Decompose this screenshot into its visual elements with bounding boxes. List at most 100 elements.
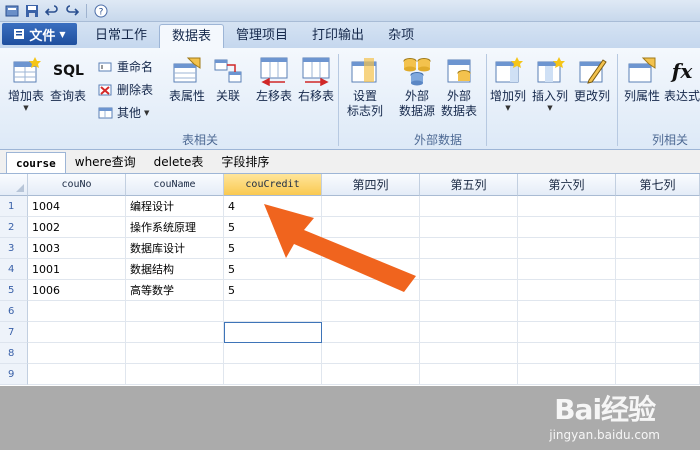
table-cell[interactable] xyxy=(420,364,518,385)
table-cell[interactable] xyxy=(518,364,616,385)
column-header-7[interactable]: 第七列 xyxy=(616,174,700,196)
table-cell[interactable] xyxy=(126,322,224,343)
save-icon[interactable] xyxy=(24,3,40,19)
column-header-couname[interactable]: couName xyxy=(126,174,224,196)
table-cell[interactable] xyxy=(322,322,420,343)
query-table-button[interactable]: SQL 查询表 xyxy=(48,56,88,104)
table-cell[interactable] xyxy=(322,364,420,385)
table-cell[interactable] xyxy=(322,301,420,322)
row-number[interactable]: 7 xyxy=(0,322,28,343)
table-cell[interactable] xyxy=(518,217,616,238)
table-cell[interactable] xyxy=(518,238,616,259)
table-cell[interactable] xyxy=(616,343,700,364)
table-cell[interactable] xyxy=(28,301,126,322)
tab-daily-work[interactable]: 日常工作 xyxy=(83,24,159,48)
table-cell[interactable] xyxy=(616,301,700,322)
table-cell[interactable] xyxy=(28,364,126,385)
table-cell[interactable] xyxy=(616,364,700,385)
row-number[interactable]: 2 xyxy=(0,217,28,238)
table-cell[interactable] xyxy=(224,343,322,364)
expression-button[interactable]: fx 表达式 xyxy=(664,56,700,104)
table-cell[interactable] xyxy=(420,301,518,322)
table-cell[interactable] xyxy=(616,280,700,301)
row-number[interactable]: 3 xyxy=(0,238,28,259)
external-table-button[interactable]: 外部 数据表 xyxy=(438,56,480,119)
table-cell[interactable] xyxy=(616,238,700,259)
tab-misc[interactable]: 杂项 xyxy=(376,24,426,48)
table-cell[interactable] xyxy=(420,322,518,343)
table-cell[interactable] xyxy=(126,364,224,385)
table-cell[interactable] xyxy=(518,196,616,217)
table-cell[interactable]: 1003 xyxy=(28,238,126,259)
table-properties-button[interactable]: 表属性 xyxy=(166,56,208,104)
change-column-button[interactable]: 更改列 xyxy=(572,56,612,104)
table-cell[interactable] xyxy=(518,259,616,280)
tab-print-output[interactable]: 打印输出 xyxy=(300,24,376,48)
table-cell[interactable]: 编程设计 xyxy=(126,196,224,217)
table-cell[interactable] xyxy=(28,322,126,343)
column-properties-button[interactable]: 列属性 xyxy=(622,56,662,104)
table-cell[interactable] xyxy=(224,301,322,322)
set-flag-column-button[interactable]: 设置 标志列 xyxy=(344,56,386,119)
row-number[interactable]: 9 xyxy=(0,364,28,385)
help-icon[interactable]: ? xyxy=(93,3,109,19)
table-cell[interactable] xyxy=(616,259,700,280)
table-cell[interactable] xyxy=(420,343,518,364)
table-cell[interactable] xyxy=(420,196,518,217)
table-cell[interactable]: 高等数学 xyxy=(126,280,224,301)
table-cell[interactable]: 1006 xyxy=(28,280,126,301)
undo-icon[interactable] xyxy=(44,3,60,19)
table-cell[interactable] xyxy=(322,343,420,364)
tab-data-table[interactable]: 数据表 xyxy=(159,24,225,48)
table-cell[interactable] xyxy=(420,238,518,259)
tab-course[interactable]: course xyxy=(6,152,66,173)
column-header-6[interactable]: 第六列 xyxy=(518,174,616,196)
row-number[interactable]: 5 xyxy=(0,280,28,301)
rename-button[interactable]: 重命名 xyxy=(98,58,153,75)
table-cell[interactable] xyxy=(518,322,616,343)
delete-table-button[interactable]: 删除表 xyxy=(98,81,153,98)
table-cell[interactable]: 数据库设计 xyxy=(126,238,224,259)
select-all-corner[interactable] xyxy=(0,174,28,196)
table-cell[interactable] xyxy=(420,259,518,280)
tab-manage-project[interactable]: 管理项目 xyxy=(224,24,300,48)
table-cell[interactable] xyxy=(616,322,700,343)
add-table-button[interactable]: 增加表 ▼ xyxy=(6,56,46,112)
table-cell[interactable] xyxy=(616,217,700,238)
add-column-button[interactable]: 增加列 ▼ xyxy=(488,56,528,112)
row-number[interactable]: 1 xyxy=(0,196,28,217)
shift-left-button[interactable]: 左移表 xyxy=(254,56,294,104)
table-cell[interactable] xyxy=(616,196,700,217)
tab-where-query[interactable]: where查询 xyxy=(66,152,145,173)
table-cell[interactable] xyxy=(126,343,224,364)
column-header-coucredit[interactable]: couCredit xyxy=(224,174,322,196)
relation-button[interactable]: 关联 xyxy=(210,56,246,104)
table-cell[interactable] xyxy=(126,301,224,322)
tab-delete-table[interactable]: delete表 xyxy=(145,152,213,173)
insert-column-button[interactable]: 插入列 ▼ xyxy=(530,56,570,112)
other-button[interactable]: 其他 ▼ xyxy=(98,104,149,121)
row-number[interactable]: 4 xyxy=(0,259,28,280)
column-header-4[interactable]: 第四列 xyxy=(322,174,420,196)
table-cell[interactable] xyxy=(420,280,518,301)
table-cell[interactable] xyxy=(224,364,322,385)
shift-right-button[interactable]: 右移表 xyxy=(296,56,336,104)
column-header-5[interactable]: 第五列 xyxy=(420,174,518,196)
table-cell[interactable]: 1001 xyxy=(28,259,126,280)
table-cell[interactable] xyxy=(518,343,616,364)
table-cell[interactable]: 1002 xyxy=(28,217,126,238)
row-number[interactable]: 8 xyxy=(0,343,28,364)
table-cell[interactable]: 数据结构 xyxy=(126,259,224,280)
table-cell[interactable]: 操作系统原理 xyxy=(126,217,224,238)
table-cell[interactable] xyxy=(420,217,518,238)
file-menu-button[interactable]: 文件 ▼ xyxy=(2,23,77,45)
table-cell[interactable] xyxy=(28,343,126,364)
table-cell[interactable] xyxy=(224,322,322,343)
table-cell[interactable]: 1004 xyxy=(28,196,126,217)
table-cell[interactable] xyxy=(518,280,616,301)
table-cell[interactable] xyxy=(518,301,616,322)
redo-icon[interactable] xyxy=(64,3,80,19)
column-header-couno[interactable]: couNo xyxy=(28,174,126,196)
row-number[interactable]: 6 xyxy=(0,301,28,322)
app-icon[interactable] xyxy=(4,3,20,19)
